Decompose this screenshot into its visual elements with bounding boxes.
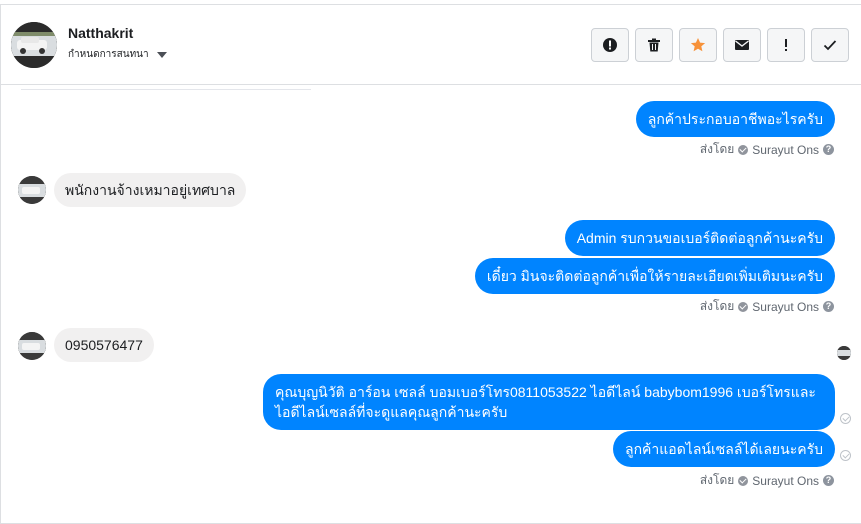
outgoing-message[interactable]: คุณบุญนิวัติ อาร์อน เซลล์ บอมเบอร์โทร081… xyxy=(263,374,835,430)
contact-avatar[interactable] xyxy=(11,22,57,68)
outgoing-message[interactable]: Admin รบกวนขอเบอร์ติดต่อลูกค้านะครับ xyxy=(564,220,835,256)
message-text: 0950576477 xyxy=(65,337,143,353)
agent-name[interactable]: Surayut Ons xyxy=(752,143,819,157)
star-icon xyxy=(690,38,706,52)
sent-by-prefix: ส่งโดย xyxy=(699,142,735,156)
incoming-message[interactable]: พนักงานจ้างเหมาอยู่เทศบาล xyxy=(54,173,247,207)
conversation-status-dropdown[interactable]: กำหนดการสนทนา xyxy=(68,47,167,62)
report-spam-button[interactable] xyxy=(591,28,629,62)
agent-name[interactable]: Surayut Ons xyxy=(752,474,819,488)
delivered-check-icon xyxy=(840,450,851,461)
sent-by-prefix: ส่งโดย xyxy=(699,299,735,313)
outgoing-message[interactable]: ลูกค้าประกอบอาชีพอะไรครับ xyxy=(635,101,835,137)
message-text: พนักงานจ้างเหมาอยู่เทศบาล xyxy=(65,182,236,198)
message-text-line: ไอดีไลน์เซลล์ที่จะดูแลคุณลูกค้านะครับ xyxy=(275,404,508,420)
message-text: เดี๋ยว มินจะติดต่อลูกค้าเพื่อให้รายละเอี… xyxy=(486,268,823,284)
message-text-line: คุณบุญนิวัติ อาร์อน เซลล์ บอมเบอร์โทร081… xyxy=(275,384,816,400)
verified-check-icon xyxy=(738,144,749,155)
mark-done-button[interactable] xyxy=(811,28,849,62)
info-icon[interactable]: ? xyxy=(823,301,834,312)
sent-by-label: ส่งโดย Surayut Ons ? xyxy=(700,140,834,159)
follow-up-button[interactable] xyxy=(767,28,805,62)
outgoing-message[interactable]: ลูกค้าแอดไลน์เซลล์ได้เลยนะครับ xyxy=(612,431,835,467)
incoming-message[interactable]: 0950576477 xyxy=(54,328,154,362)
previous-message-edge xyxy=(21,86,311,90)
contact-avatar-small[interactable] xyxy=(18,176,46,204)
contact-avatar-small[interactable] xyxy=(18,332,46,360)
sent-by-prefix: ส่งโดย xyxy=(699,473,735,487)
exclamation-icon xyxy=(785,39,787,51)
envelope-icon xyxy=(735,40,749,50)
verified-check-icon xyxy=(738,301,749,312)
agent-name[interactable]: Surayut Ons xyxy=(752,300,819,314)
conversation-header: Natthakrit กำหนดการสนทนา xyxy=(1,5,861,85)
star-button[interactable] xyxy=(679,28,717,62)
delivered-check-icon xyxy=(840,413,851,424)
contact-name[interactable]: Natthakrit xyxy=(68,25,133,41)
info-icon[interactable]: ? xyxy=(823,144,834,155)
trash-icon xyxy=(648,38,660,52)
message-text: ลูกค้าแอดไลน์เซลล์ได้เลยนะครับ xyxy=(624,441,823,457)
caret-down-icon xyxy=(156,51,167,58)
alert-circle-icon xyxy=(603,38,617,52)
checkmark-icon xyxy=(823,40,837,51)
conversation-status-label: กำหนดการสนทนา xyxy=(68,49,149,60)
verified-check-icon xyxy=(738,475,749,486)
mark-unread-button[interactable] xyxy=(723,28,761,62)
outgoing-message[interactable]: เดี๋ยว มินจะติดต่อลูกค้าเพื่อให้รายละเอี… xyxy=(474,258,835,294)
message-text: ลูกค้าประกอบอาชีพอะไรครับ xyxy=(647,111,823,127)
sent-by-label: ส่งโดย Surayut Ons ? xyxy=(700,297,834,316)
info-icon[interactable]: ? xyxy=(823,475,834,486)
seen-avatar xyxy=(837,346,851,360)
sent-by-label: ส่งโดย Surayut Ons ? xyxy=(700,471,834,490)
conversation-panel: Natthakrit กำหนดการสนทนา ลูกค้าประกอบอาช… xyxy=(0,4,861,524)
message-text: Admin รบกวนขอเบอร์ติดต่อลูกค้านะครับ xyxy=(576,230,823,246)
message-thread: ลูกค้าประกอบอาชีพอะไรครับ ส่งโดย Surayut… xyxy=(1,86,861,524)
delete-button[interactable] xyxy=(635,28,673,62)
header-actions xyxy=(591,28,849,62)
